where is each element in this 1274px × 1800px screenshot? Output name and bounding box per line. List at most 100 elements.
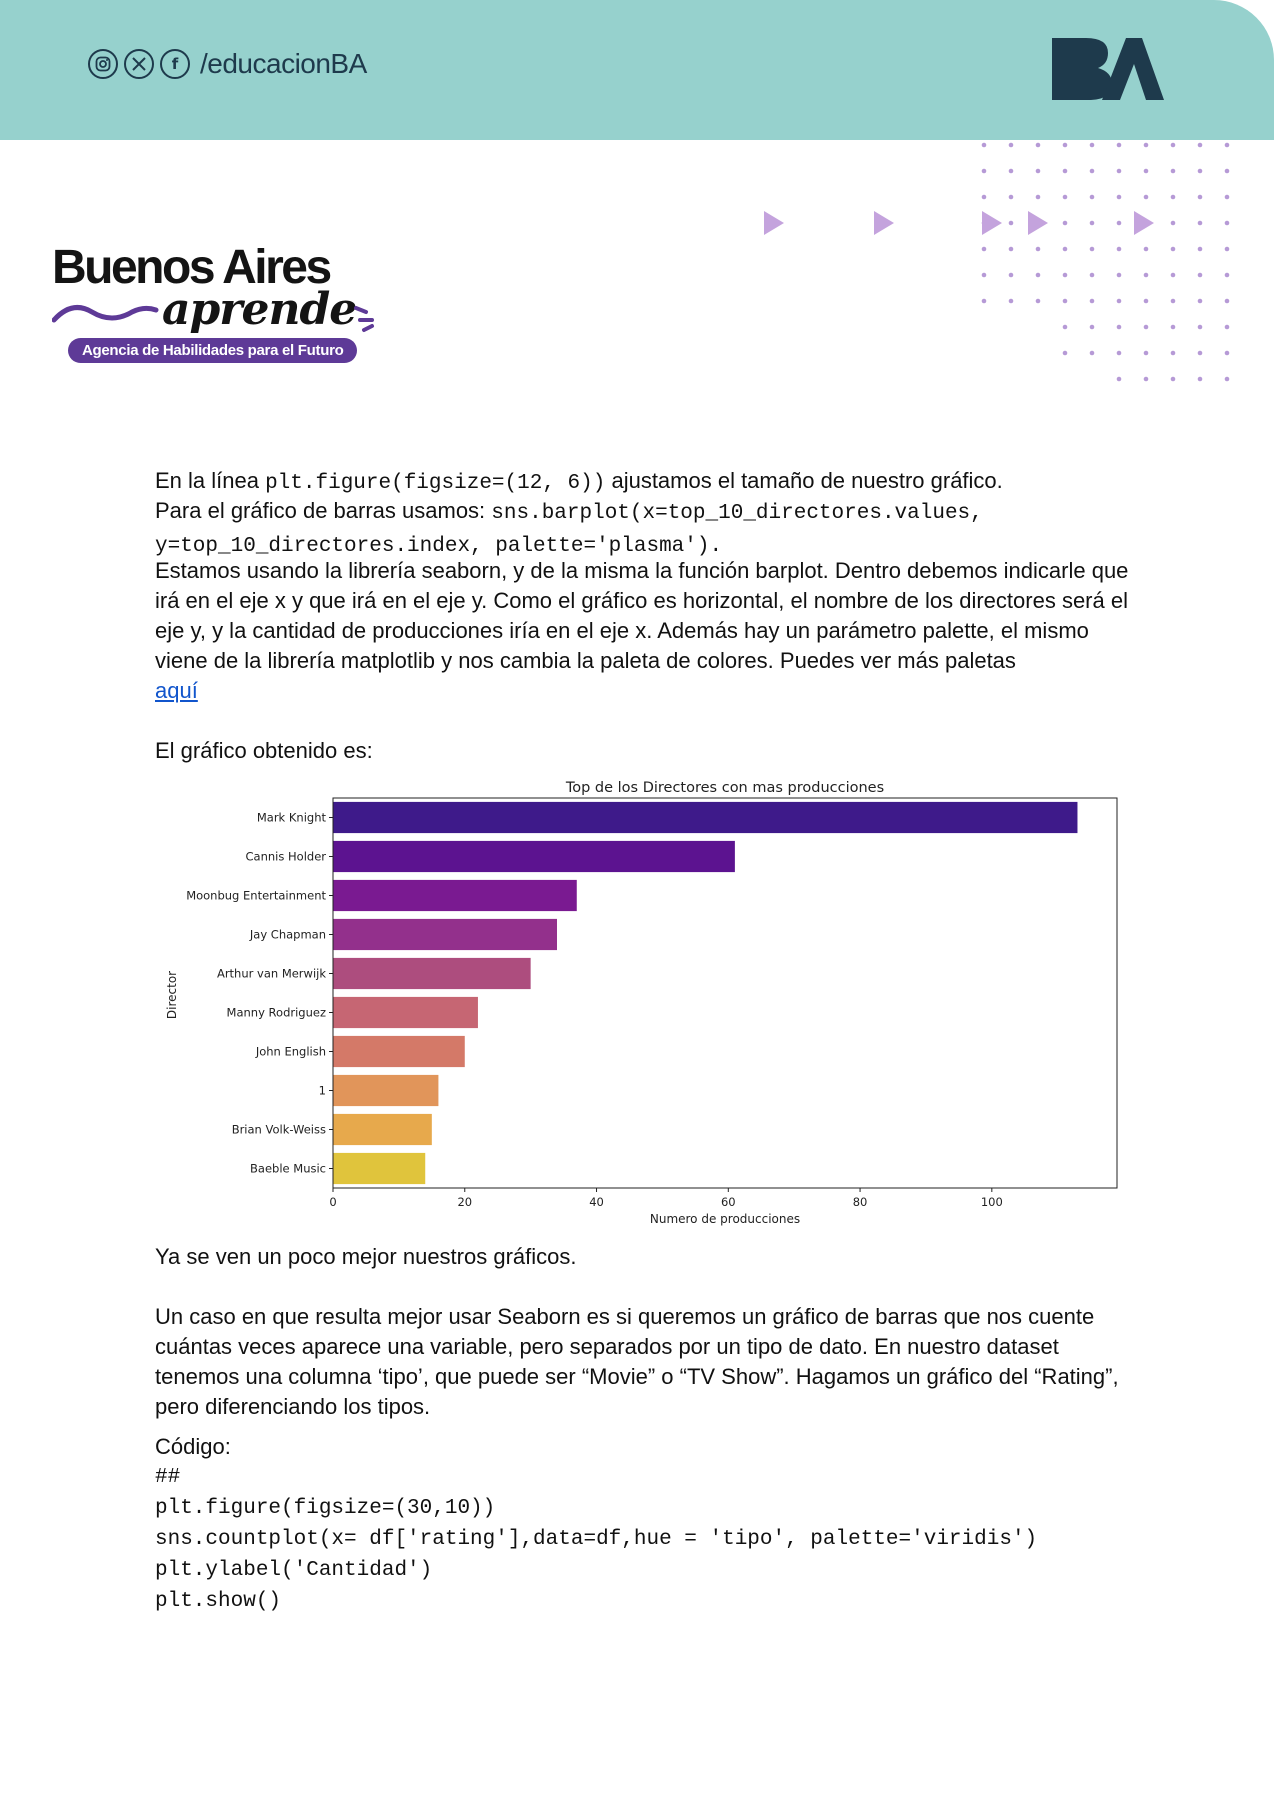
bar-4	[333, 957, 531, 990]
y-tick-label: John English	[255, 1045, 326, 1059]
deco-dot	[1224, 246, 1230, 252]
y-tick-label: Cannis Holder	[246, 850, 327, 864]
code-line: ##	[155, 1466, 181, 1489]
x-tick-label: 20	[457, 1195, 472, 1209]
paragraph-countplot: Un caso en que resulta mejor usar Seabor…	[155, 1304, 1119, 1419]
deco-dot	[1008, 142, 1014, 148]
deco-dot	[1035, 194, 1041, 200]
deco-dot	[1170, 376, 1176, 382]
paragraph-better: Ya se ven un poco mejor nuestros gráfico…	[155, 1244, 577, 1269]
deco-dot	[1089, 220, 1095, 226]
deco-dot	[1116, 142, 1122, 148]
brand-script: aprende	[162, 284, 357, 335]
deco-dot	[1062, 324, 1068, 330]
paragraph-seaborn: Estamos usando la librería seaborn, y de…	[155, 558, 1129, 703]
deco-dot	[1116, 246, 1122, 252]
deco-dot	[1035, 272, 1041, 278]
deco-dot	[1224, 376, 1230, 382]
paragraph-figure: En la línea plt.figure(figsize=(12, 6)) …	[155, 468, 1003, 495]
y-tick-label: Arthur van Merwijk	[217, 967, 326, 981]
deco-dot	[1116, 220, 1122, 226]
play-triangle-icon	[1134, 211, 1154, 235]
deco-dot	[1116, 324, 1122, 330]
deco-dot	[1197, 350, 1203, 356]
deco-dot	[1224, 272, 1230, 278]
chart-ylabel: Director	[165, 971, 179, 1019]
ba-logo	[1052, 38, 1164, 100]
deco-dot	[1089, 272, 1095, 278]
play-triangle-icon	[764, 211, 784, 235]
deco-dot	[1170, 350, 1176, 356]
deco-dot	[1197, 194, 1203, 200]
deco-dot	[1062, 246, 1068, 252]
deco-dot	[1062, 350, 1068, 356]
x-icon[interactable]	[124, 49, 154, 79]
bar-1	[333, 840, 735, 873]
deco-dot	[1197, 168, 1203, 174]
x-tick-label: 0	[329, 1195, 336, 1209]
deco-dot	[1224, 324, 1230, 330]
deco-dot	[1089, 168, 1095, 174]
deco-dot	[1197, 246, 1203, 252]
deco-dot	[1224, 298, 1230, 304]
deco-dot	[1035, 298, 1041, 304]
x-tick-label: 60	[721, 1195, 736, 1209]
deco-dot	[1197, 142, 1203, 148]
social-handle[interactable]: /educacionBA	[200, 48, 367, 80]
deco-dot	[981, 142, 987, 148]
deco-dot	[1170, 298, 1176, 304]
y-tick-label: Jay Chapman	[249, 928, 326, 942]
deco-dot	[1170, 246, 1176, 252]
chart-xlabel: Numero de producciones	[650, 1212, 800, 1226]
deco-dot	[1116, 272, 1122, 278]
deco-dot	[1062, 194, 1068, 200]
instagram-icon[interactable]	[88, 49, 118, 79]
deco-dot	[1035, 168, 1041, 174]
deco-dot	[1008, 194, 1014, 200]
deco-dot	[1143, 194, 1149, 200]
deco-dot	[1197, 220, 1203, 226]
bar-5	[333, 996, 478, 1029]
deco-dot	[1116, 376, 1122, 382]
deco-dot	[1143, 168, 1149, 174]
bar-3	[333, 918, 557, 951]
y-tick-label: Manny Rodriguez	[227, 1006, 326, 1020]
deco-dot	[1062, 298, 1068, 304]
deco-dot	[1197, 324, 1203, 330]
play-triangle-icon	[982, 211, 1002, 235]
deco-dot	[1089, 350, 1095, 356]
decorative-pattern	[764, 142, 1230, 382]
brand-tagline: Agencia de Habilidades para el Futuro	[68, 338, 358, 363]
deco-dot	[1170, 142, 1176, 148]
code-line: sns.countplot(x= df['rating'],data=df,hu…	[155, 1528, 1038, 1551]
deco-dot	[981, 298, 987, 304]
deco-dot	[1035, 142, 1041, 148]
deco-dot	[1062, 272, 1068, 278]
deco-dot	[1224, 350, 1230, 356]
deco-dot	[1116, 194, 1122, 200]
x-tick-label: 80	[853, 1195, 868, 1209]
deco-dot	[1224, 194, 1230, 200]
x-tick-label: 40	[589, 1195, 604, 1209]
deco-dot	[1170, 194, 1176, 200]
code-line: plt.ylabel('Cantidad')	[155, 1559, 433, 1582]
spark-icon	[354, 306, 374, 332]
deco-dot	[1224, 168, 1230, 174]
code-label: Código:	[155, 1434, 231, 1459]
bar-2	[333, 879, 577, 912]
facebook-icon[interactable]: f	[160, 49, 190, 79]
deco-dot	[981, 194, 987, 200]
deco-dot	[1143, 142, 1149, 148]
social-links: f /educacionBA	[88, 48, 367, 80]
palettes-link[interactable]: aquí	[155, 678, 198, 703]
deco-dot	[1143, 246, 1149, 252]
y-tick-label: Moonbug Entertainment	[186, 889, 326, 903]
deco-dot	[1197, 376, 1203, 382]
deco-dot	[1062, 142, 1068, 148]
code-block: ## plt.figure(figsize=(30,10)) sns.countpl…	[155, 1462, 1037, 1617]
paragraph-barplot: Para el gráfico de barras usamos: sns.ba…	[155, 498, 983, 558]
deco-dot	[1089, 246, 1095, 252]
deco-dot	[981, 168, 987, 174]
deco-dot	[1008, 246, 1014, 252]
bar-7	[333, 1074, 439, 1107]
